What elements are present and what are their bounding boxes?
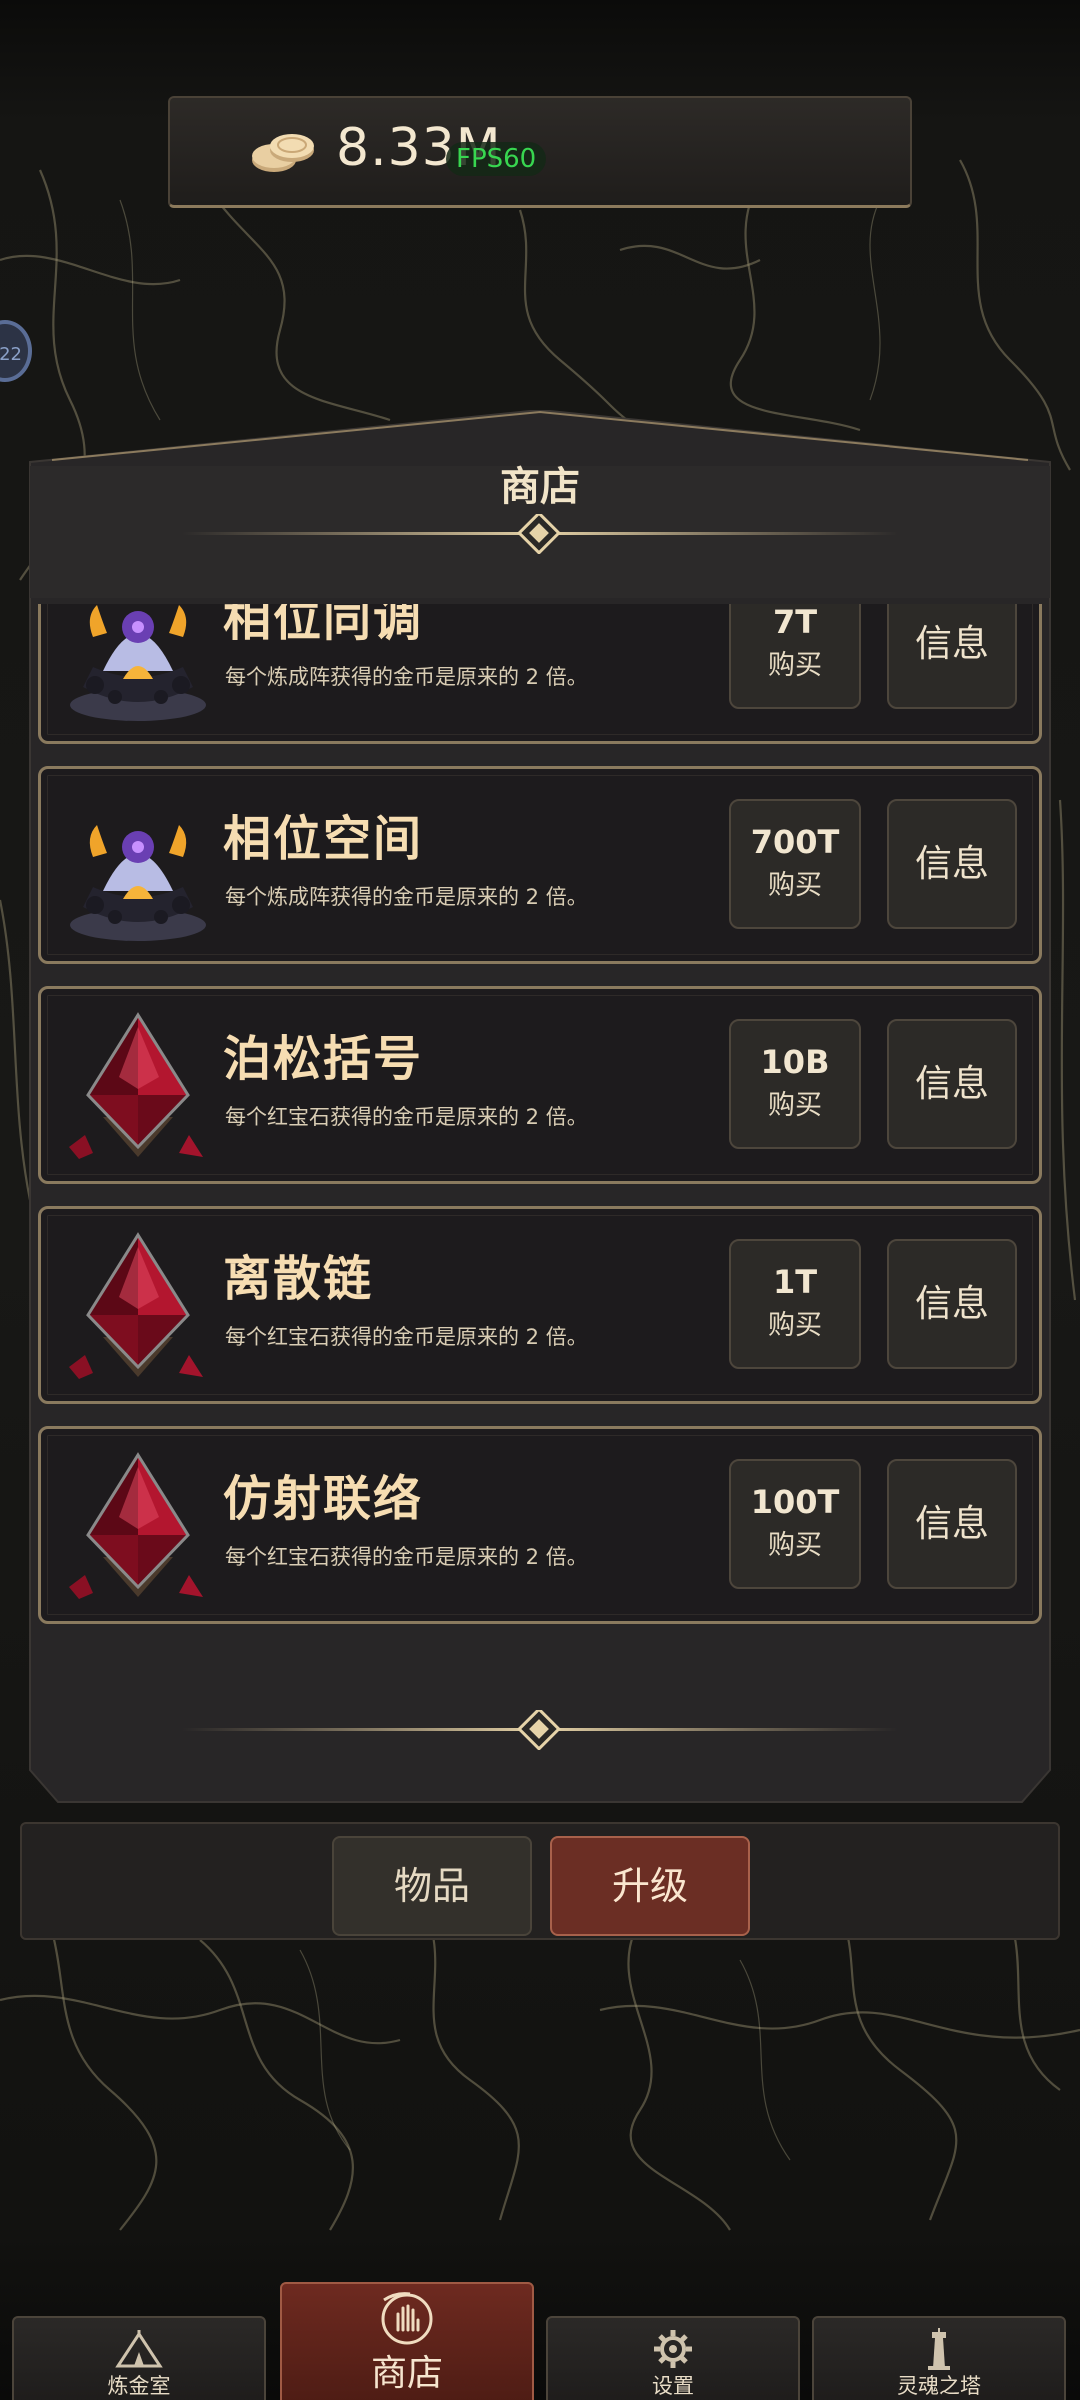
upgrade-name: 相位空间 bbox=[223, 811, 424, 867]
buy-price: 10B bbox=[760, 1043, 830, 1081]
info-button[interactable]: 信息 bbox=[887, 799, 1017, 929]
nav-label: 灵魂之塔 bbox=[897, 2374, 981, 2398]
info-button[interactable]: 信息 bbox=[887, 1459, 1017, 1589]
tab-items[interactable]: 物品 bbox=[332, 1836, 532, 1936]
buy-label: 购买 bbox=[768, 1530, 822, 1561]
shop-title: 商店 bbox=[500, 464, 580, 510]
upgrade-name: 仿射联络 bbox=[223, 1471, 424, 1527]
buy-button[interactable]: 1T 购买 bbox=[729, 1239, 861, 1369]
upgrade-name: 离散链 bbox=[223, 1251, 374, 1307]
ornament-divider bbox=[182, 514, 898, 554]
buy-button[interactable]: 100T 购买 bbox=[729, 1459, 861, 1589]
ornament-divider bbox=[182, 1710, 898, 1750]
upgrade-name: 泊松括号 bbox=[223, 1031, 424, 1087]
upgrade-card: 仿射联络 每个红宝石获得的金币是原来的 2 倍。 100T 购买 信息 bbox=[38, 1426, 1042, 1624]
buy-price: 100T bbox=[750, 1483, 840, 1521]
buy-button[interactable]: 7T 购买 bbox=[729, 604, 861, 709]
nav-label: 商店 bbox=[370, 2353, 443, 2394]
buy-label: 购买 bbox=[768, 1310, 822, 1341]
nav-soul-tower[interactable]: 灵魂之塔 bbox=[812, 2316, 1066, 2400]
info-button[interactable]: 信息 bbox=[887, 1019, 1017, 1149]
shop-tab-bar: 物品 升级 bbox=[20, 1822, 1060, 1940]
currency-bar: 8.33M FPS60 bbox=[168, 96, 912, 208]
upgrade-card: 泊松括号 每个红宝石获得的金币是原来的 2 倍。 10B 购买 信息 bbox=[38, 986, 1042, 1184]
nav-alchemy-room[interactable]: 炼金室 bbox=[12, 2316, 266, 2400]
alchemy-altar-icon bbox=[70, 825, 206, 941]
upgrade-description: 每个炼成阵获得的金币是原来的 2 倍。 bbox=[225, 665, 588, 689]
nav-label: 设置 bbox=[652, 2374, 694, 2398]
upgrade-card: 相位空间 每个炼成阵获得的金币是原来的 2 倍。 700T 购买 信息 bbox=[38, 766, 1042, 964]
nav-shop[interactable]: 商店 bbox=[280, 2282, 534, 2400]
buy-price: 700T bbox=[750, 823, 840, 861]
buy-price: 7T bbox=[772, 604, 818, 641]
upgrade-card: 离散链 每个红宝石获得的金币是原来的 2 倍。 1T 购买 信息 bbox=[38, 1206, 1042, 1404]
info-button[interactable]: 信息 bbox=[887, 1239, 1017, 1369]
buy-label: 购买 bbox=[768, 870, 822, 901]
gear-icon bbox=[654, 2330, 692, 2368]
buy-price: 1T bbox=[772, 1263, 818, 1301]
bottom-navigation: 炼金室 商店 设置 灵魂之塔 bbox=[0, 2270, 1080, 2400]
fps-counter: FPS60 bbox=[446, 142, 547, 176]
upgrade-description: 每个红宝石获得的金币是原来的 2 倍。 bbox=[225, 1105, 588, 1129]
nav-settings[interactable]: 设置 bbox=[546, 2316, 800, 2400]
upgrade-name: 相位同调 bbox=[223, 604, 424, 647]
shop-panel: 商店 相位同调 每个炼成阵获得的金币是原来的 2 倍。 7T 购买 信息 相位空… bbox=[22, 410, 1058, 1806]
game-screen: 8.33M FPS60 22 商店 相位同调 每个炼成阵获得的金币是原来的 2 … bbox=[0, 0, 1080, 2400]
buy-button[interactable]: 10B 购买 bbox=[729, 1019, 861, 1149]
tab-upgrades[interactable]: 升级 bbox=[550, 1836, 750, 1936]
upgrade-description: 每个红宝石获得的金币是原来的 2 倍。 bbox=[225, 1545, 588, 1569]
ruby-gem-icon bbox=[69, 1452, 203, 1599]
info-button[interactable]: 信息 bbox=[887, 604, 1017, 709]
ruby-gem-icon bbox=[69, 1012, 203, 1159]
buy-button[interactable]: 700T 购买 bbox=[729, 799, 861, 929]
upgrade-card: 相位同调 每个炼成阵获得的金币是原来的 2 倍。 7T 购买 信息 bbox=[38, 604, 1042, 744]
hand-sigil-icon bbox=[381, 2292, 433, 2345]
ruby-gem-icon bbox=[69, 1232, 203, 1379]
tower-icon bbox=[928, 2328, 950, 2370]
upgrade-description: 每个炼成阵获得的金币是原来的 2 倍。 bbox=[225, 885, 588, 909]
upgrade-list[interactable]: 相位同调 每个炼成阵获得的金币是原来的 2 倍。 7T 购买 信息 相位空间 每… bbox=[38, 604, 1042, 1680]
buy-label: 购买 bbox=[768, 1090, 822, 1121]
nav-label: 炼金室 bbox=[107, 2374, 171, 2398]
coin-stack-icon bbox=[252, 134, 314, 172]
upgrade-description: 每个红宝石获得的金币是原来的 2 倍。 bbox=[225, 1325, 588, 1349]
buy-label: 购买 bbox=[768, 650, 822, 681]
alchemy-altar-icon bbox=[70, 605, 206, 721]
tent-icon bbox=[115, 2330, 163, 2368]
